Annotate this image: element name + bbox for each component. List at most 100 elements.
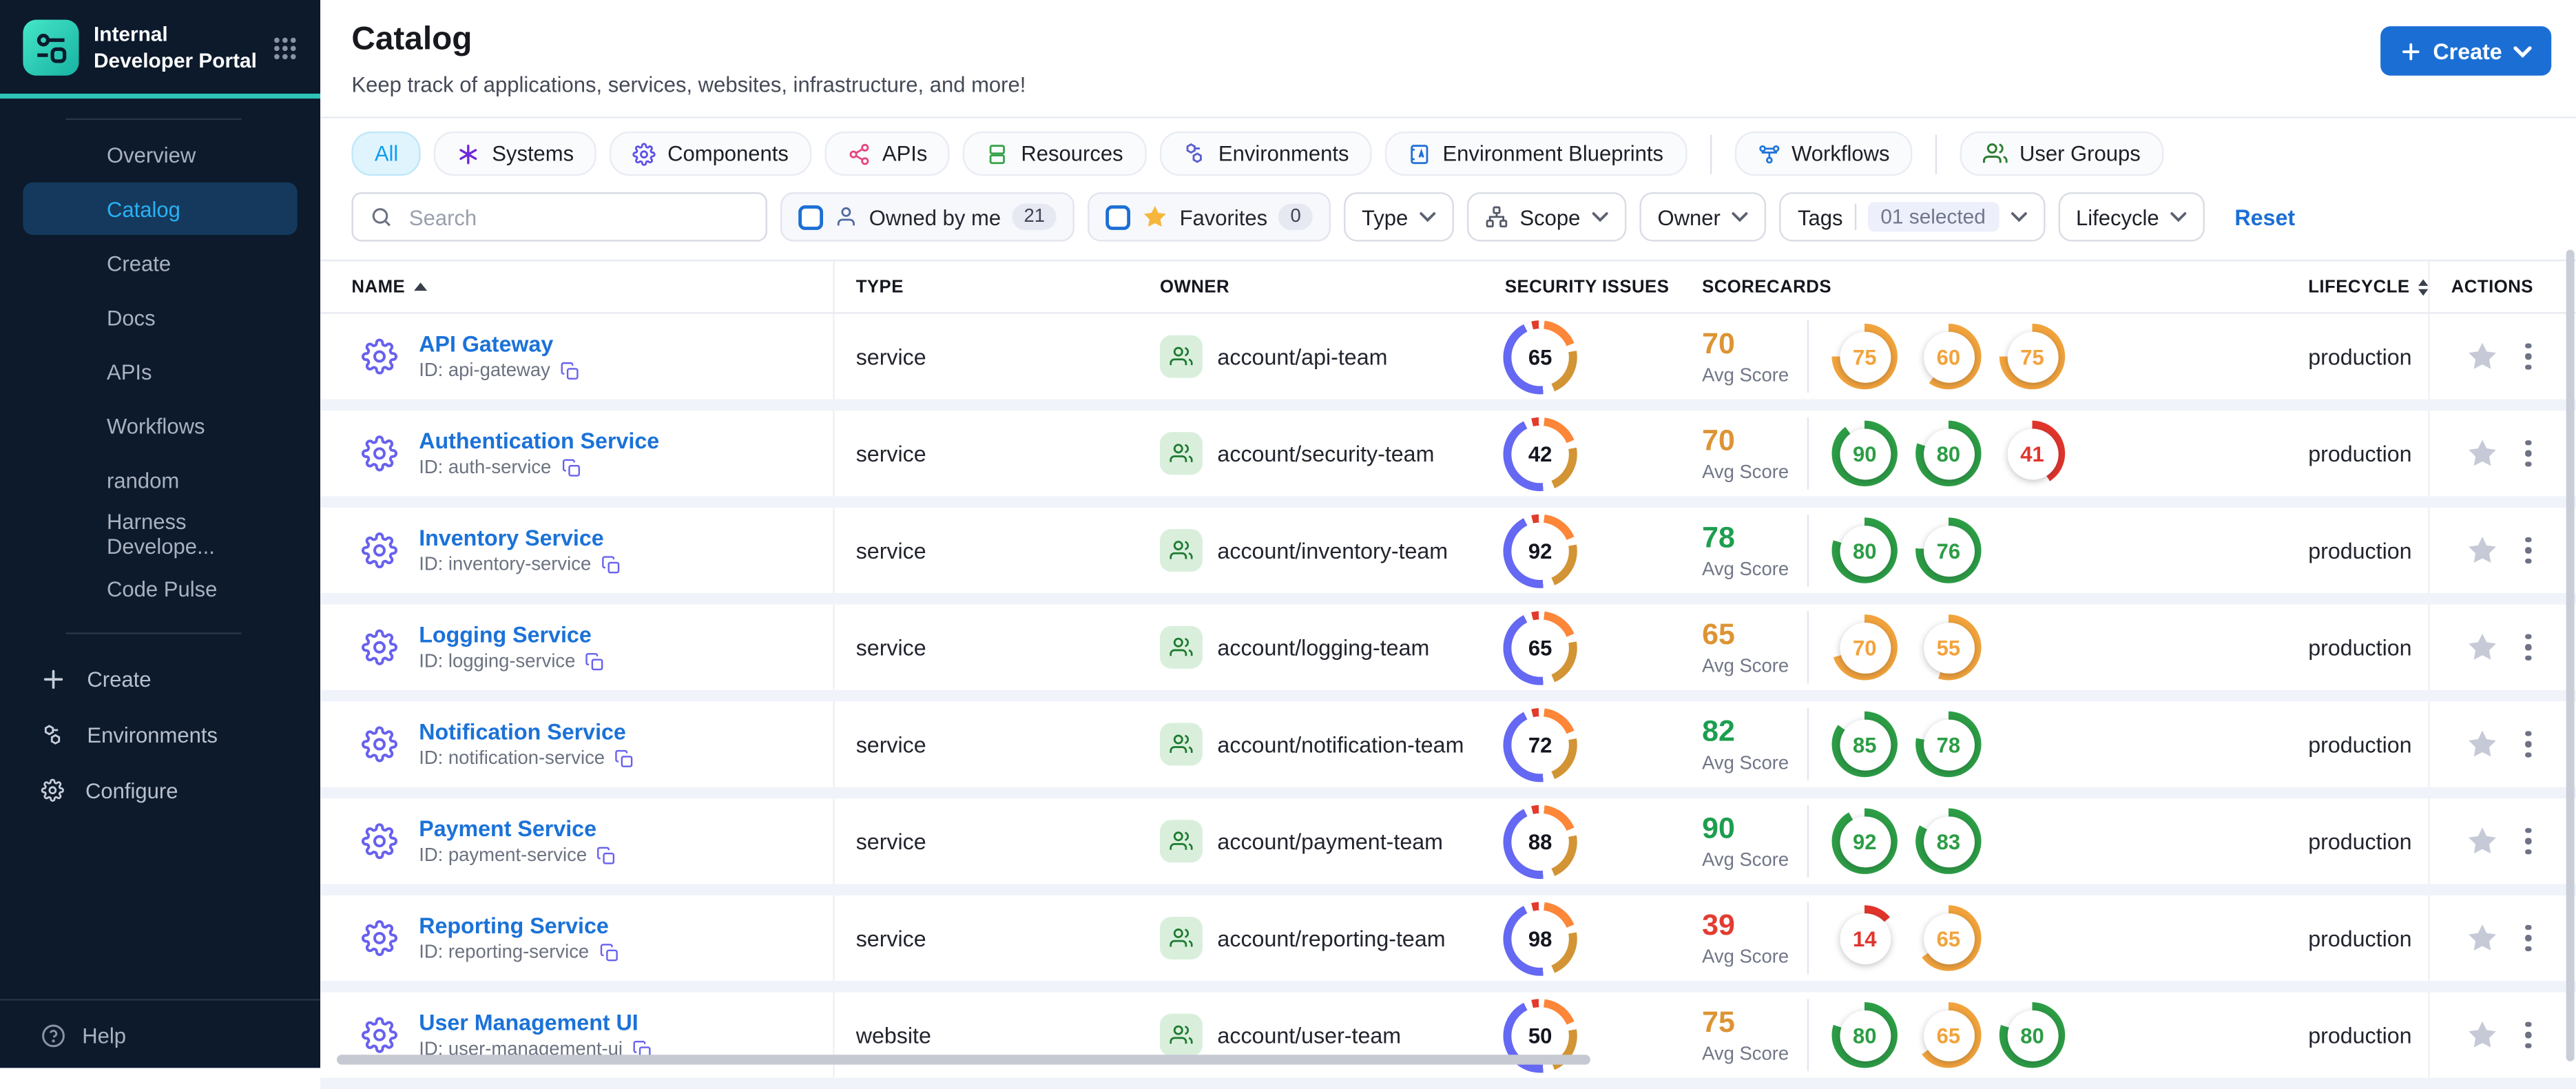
scorecard-ring[interactable]: 55: [1915, 614, 1982, 681]
search-input[interactable]: [406, 203, 749, 231]
scorecard-ring[interactable]: 83: [1915, 808, 1982, 874]
favorite-star-button[interactable]: [2466, 437, 2499, 470]
sidebar-footer-item-configure[interactable]: Configure: [0, 763, 320, 818]
copy-icon[interactable]: [560, 362, 580, 382]
tab-systems[interactable]: Systems: [434, 131, 597, 176]
scorecard-ring[interactable]: 75: [1831, 323, 1898, 390]
copy-icon[interactable]: [601, 555, 621, 575]
entity-name-link[interactable]: Authentication Service: [419, 429, 659, 454]
scorecard-ring[interactable]: 75: [1999, 323, 2066, 390]
owner-dropdown[interactable]: Owner: [1639, 192, 1767, 242]
favorite-star-button[interactable]: [2466, 922, 2499, 955]
row-menu-button[interactable]: [2520, 1017, 2536, 1054]
entity-name-link[interactable]: Logging Service: [419, 623, 605, 647]
owned-by-me-filter[interactable]: Owned by me 21: [780, 192, 1074, 242]
sidebar-footer-item-environments[interactable]: Environments: [0, 707, 320, 763]
create-button[interactable]: Create: [2380, 26, 2552, 76]
scorecard-ring[interactable]: 70: [1831, 614, 1898, 681]
stack-icon: [986, 142, 1009, 165]
search-box[interactable]: [351, 192, 767, 242]
favorite-star-button[interactable]: [2466, 631, 2499, 664]
entity-name-link[interactable]: Inventory Service: [419, 526, 621, 550]
scorecard-value: 75: [1839, 331, 1891, 382]
copy-icon[interactable]: [599, 943, 619, 963]
tab-environment-blueprints[interactable]: Environment Blueprints: [1384, 131, 1687, 176]
scorecard-ring[interactable]: 92: [1831, 808, 1898, 874]
scorecard-ring[interactable]: 78: [1915, 711, 1982, 778]
vertical-scrollbar[interactable]: [2566, 249, 2575, 1061]
favorite-star-button[interactable]: [2466, 728, 2499, 761]
reset-filters-link[interactable]: Reset: [2234, 205, 2295, 229]
sidebar-item-harness-develope-[interactable]: Harness Develope...: [23, 508, 297, 560]
tab-resources[interactable]: Resources: [963, 131, 1146, 176]
favorite-star-button[interactable]: [2466, 340, 2499, 373]
copy-icon[interactable]: [561, 458, 581, 478]
tab-environments[interactable]: Environments: [1159, 131, 1372, 176]
favorite-star-button[interactable]: [2466, 824, 2499, 858]
tab-workflows[interactable]: Workflows: [1734, 131, 1913, 176]
sidebar-footer-item-create[interactable]: Create: [0, 651, 320, 707]
sidebar-item-catalog[interactable]: Catalog: [23, 182, 298, 236]
sidebar-item-create[interactable]: Create: [23, 236, 297, 289]
row-menu-button[interactable]: [2520, 822, 2536, 860]
entity-name-link[interactable]: Notification Service: [419, 720, 634, 745]
sidebar-item-apis[interactable]: APIs: [23, 345, 297, 397]
favorites-checkbox[interactable]: [1105, 204, 1131, 229]
horizontal-scrollbar[interactable]: [336, 1055, 1590, 1065]
scorecard-ring[interactable]: 80: [1915, 420, 1982, 487]
scorecard-ring[interactable]: 65: [1915, 1002, 1982, 1068]
copy-icon[interactable]: [614, 749, 634, 769]
row-separator: [320, 1077, 2576, 1089]
lifecycle-cell: production: [2308, 926, 2412, 951]
entity-name-link[interactable]: Payment Service: [419, 816, 616, 841]
owned-by-me-checkbox[interactable]: [798, 204, 823, 229]
scorecard-ring[interactable]: 90: [1831, 420, 1898, 487]
scope-dropdown[interactable]: Scope: [1467, 192, 1627, 242]
sidebar-item-help[interactable]: Help: [0, 1001, 320, 1068]
column-header-name[interactable]: NAME: [320, 261, 833, 312]
scorecard-ring[interactable]: 85: [1831, 711, 1898, 778]
sidebar-item-random[interactable]: random: [23, 453, 297, 506]
entity-name-link[interactable]: API Gateway: [419, 332, 580, 357]
tab-components[interactable]: Components: [610, 131, 812, 176]
type-dropdown[interactable]: Type: [1343, 192, 1455, 242]
row-menu-button[interactable]: [2520, 629, 2536, 666]
column-header-lifecycle[interactable]: LIFECYCLE: [2287, 261, 2428, 312]
app-switcher-icon[interactable]: [273, 35, 298, 60]
user-group-icon: [1159, 820, 1203, 863]
scorecard-ring[interactable]: 76: [1915, 517, 1982, 583]
lifecycle-dropdown[interactable]: Lifecycle: [2057, 192, 2205, 242]
lifecycle-cell: production: [2308, 441, 2412, 466]
copy-icon[interactable]: [585, 652, 605, 672]
tab-apis[interactable]: APIs: [824, 131, 951, 176]
sidebar-item-code-pulse[interactable]: Code Pulse: [23, 562, 297, 614]
row-menu-button[interactable]: [2520, 532, 2536, 569]
entity-name-link[interactable]: User Management UI: [419, 1010, 652, 1035]
scorecard-ring[interactable]: 65: [1915, 905, 1982, 971]
sidebar-bottom: Help: [0, 999, 321, 1068]
scorecard-ring[interactable]: 80: [1831, 1002, 1898, 1068]
copy-icon[interactable]: [596, 846, 616, 866]
gear-entity-icon: [362, 726, 397, 763]
sidebar-footer-nav: Create Environments Configure: [0, 651, 320, 818]
tab-user-groups[interactable]: User Groups: [1960, 131, 2164, 176]
favorite-star-button[interactable]: [2466, 1019, 2499, 1052]
tab-all[interactable]: All: [351, 131, 422, 176]
favorite-star-button[interactable]: [2466, 534, 2499, 567]
scorecard-ring[interactable]: 80: [1831, 517, 1898, 583]
row-menu-button[interactable]: [2520, 435, 2536, 472]
row-menu-button[interactable]: [2520, 338, 2536, 375]
sidebar-item-overview[interactable]: Overview: [23, 128, 297, 180]
row-menu-button[interactable]: [2520, 726, 2536, 763]
favorites-filter[interactable]: Favorites 0: [1088, 192, 1331, 242]
scorecard-ring[interactable]: 14: [1831, 905, 1898, 971]
scorecard-ring[interactable]: 41: [1999, 420, 2066, 487]
sidebar-item-docs[interactable]: Docs: [23, 291, 297, 343]
row-menu-button[interactable]: [2520, 920, 2536, 957]
tags-dropdown[interactable]: Tags 01 selected: [1779, 192, 2045, 242]
tab-label: Resources: [1021, 141, 1123, 166]
scorecard-ring[interactable]: 60: [1915, 323, 1982, 390]
scorecard-ring[interactable]: 80: [1999, 1002, 2066, 1068]
entity-name-link[interactable]: Reporting Service: [419, 913, 619, 938]
sidebar-item-workflows[interactable]: Workflows: [23, 400, 297, 452]
